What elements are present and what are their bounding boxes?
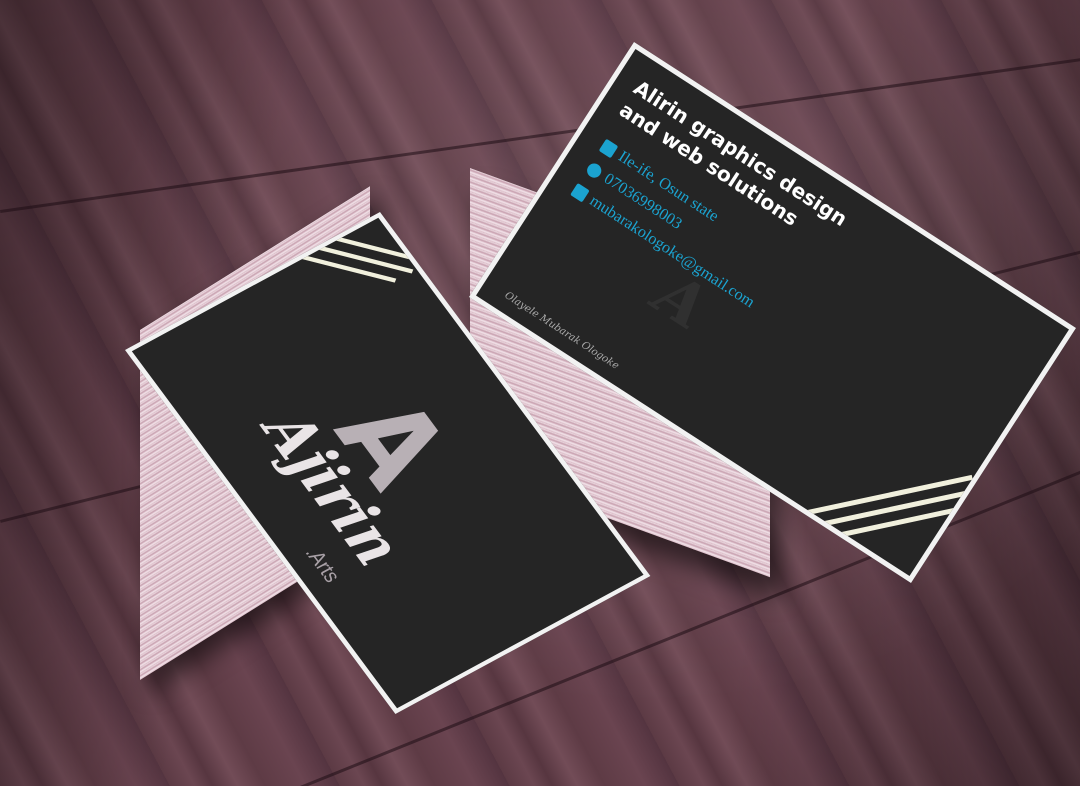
phone-icon [584,161,604,181]
email-icon [569,183,590,203]
location-icon [598,138,619,159]
wooden-table-background: Alirin graphics design and web solutions… [0,0,1080,786]
wood-plank-seam [0,15,1080,213]
